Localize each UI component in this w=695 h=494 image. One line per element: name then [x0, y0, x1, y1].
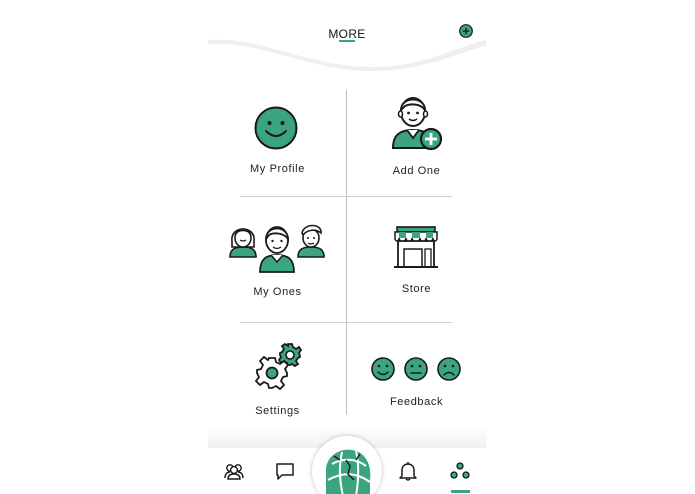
- group-people-icon: [229, 224, 325, 273]
- tile-my-profile[interactable]: My Profile: [208, 90, 346, 196]
- tile-store[interactable]: Store: [347, 197, 486, 322]
- tile-label-my-ones: My Ones: [253, 286, 302, 298]
- add-person-icon: [391, 97, 443, 151]
- tile-add-one[interactable]: Add One: [347, 90, 486, 196]
- feedback-faces-icon: [371, 357, 461, 381]
- smiley-face-icon: [254, 106, 298, 150]
- tile-label-settings: Settings: [255, 405, 300, 417]
- tile-label-add-one: Add One: [392, 165, 441, 177]
- bell-icon[interactable]: [397, 460, 419, 482]
- add-plus-icon[interactable]: [459, 24, 473, 38]
- people-icon[interactable]: [223, 460, 245, 482]
- storefront-icon: [394, 226, 438, 268]
- tile-settings[interactable]: Settings: [208, 323, 346, 417]
- tile-label-my-profile: My Profile: [250, 163, 305, 175]
- chat-icon[interactable]: [274, 460, 296, 482]
- page-title: MORE: [328, 27, 366, 41]
- tile-label-store: Store: [401, 283, 432, 295]
- title-underline: [339, 40, 355, 42]
- header: MORE: [208, 0, 486, 80]
- active-tab-indicator: [451, 490, 470, 493]
- tile-label-feedback: Feedback: [389, 396, 444, 408]
- app-screen: MORE My Profile Add One My Ones Store Se…: [208, 0, 486, 494]
- settings-gears-icon: [254, 343, 303, 391]
- tile-my-ones[interactable]: My Ones: [208, 197, 346, 322]
- more-dots-icon[interactable]: [449, 460, 471, 482]
- tile-feedback[interactable]: Feedback: [347, 323, 486, 415]
